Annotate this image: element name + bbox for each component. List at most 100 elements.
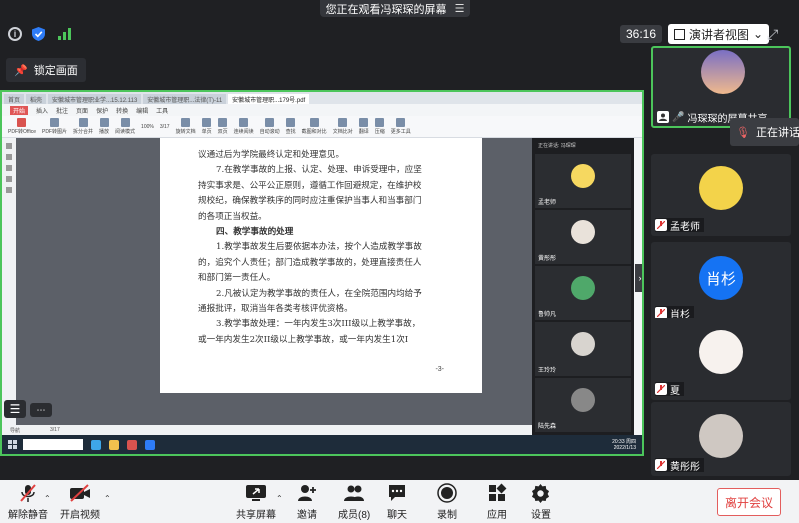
menu-start[interactable]: 开始 xyxy=(10,105,29,115)
chevron-up-icon[interactable]: ⌃ xyxy=(44,494,51,503)
screen-share-banner: 您正在观看冯琛琛的屏幕 ☰ xyxy=(320,0,470,17)
chat-button[interactable]: 聊天 xyxy=(386,482,408,521)
tab-doc-3[interactable]: 安徽城市管理职...179号.pdf xyxy=(228,94,310,104)
inner-participant-tile: 孟老师 xyxy=(535,154,631,208)
participant-tile[interactable]: 🎤 冯琛琛的屏幕共享 xyxy=(651,46,791,128)
participant-tile[interactable]: 孟老师 xyxy=(651,154,791,236)
chevron-up-icon[interactable]: ⌃ xyxy=(104,494,111,503)
speaking-indicator: 🎙 正在讲话 xyxy=(730,118,799,146)
meeting-timer: 36:16 xyxy=(620,25,663,43)
ribbon-page-counter[interactable]: 3/17 xyxy=(160,124,170,130)
windows-logo-icon[interactable] xyxy=(8,440,17,449)
ribbon-play[interactable]: 播放 xyxy=(99,118,109,135)
ribbon-rotate[interactable]: 旋转文档 xyxy=(176,118,196,135)
browser-tabs: 首页 稻壳 安徽城市管理职业学...15.12.113 安徽城市管理职...法律… xyxy=(2,92,642,104)
page-line: 7.在教学事故的上报、认定、处理、申诉受理中，应坚 xyxy=(216,165,422,176)
record-button[interactable]: 录制 xyxy=(436,482,458,521)
meeting-window: 您正在观看冯琛琛的屏幕 ☰ i 36:16 演讲者视图 ⌄ ⤢ 📌 锁定画面 首… xyxy=(0,0,799,523)
lock-screen-button[interactable]: 📌 锁定画面 xyxy=(6,58,86,82)
more-icon[interactable]: ⋯ xyxy=(30,403,52,417)
ribbon-zoom[interactable]: 100% xyxy=(141,124,154,130)
menu-edit[interactable]: 编辑 xyxy=(136,106,148,115)
leave-meeting-button[interactable]: 离开会议 xyxy=(717,488,781,516)
chevron-up-icon[interactable]: ⌃ xyxy=(276,494,283,503)
view-mode-button[interactable]: 演讲者视图 ⌄ xyxy=(668,24,770,44)
document-area: 议通过后为学院最终认定和处理意见。 7.在教学事故的上报、认定、处理、申诉受理中… xyxy=(2,138,532,425)
participant-name: 黄彤彤 xyxy=(670,461,700,473)
banner-text: 您正在观看冯琛琛的屏幕 xyxy=(325,3,447,16)
list-icon[interactable]: ☰ xyxy=(4,400,26,418)
ribbon-translate[interactable]: 翻译 xyxy=(359,118,369,135)
unmute-button[interactable]: 解除静音 xyxy=(8,482,48,521)
tab-home[interactable]: 首页 xyxy=(4,94,25,104)
participant-tile[interactable]: 黄彤彤 xyxy=(651,402,791,476)
ribbon-screenshot[interactable]: 截图和对比 xyxy=(302,118,327,135)
menu-page[interactable]: 页面 xyxy=(76,106,88,115)
comment-icon[interactable] xyxy=(6,165,12,171)
ribbon-compress[interactable]: 压缩 xyxy=(375,118,385,135)
meeting-app-icon[interactable] xyxy=(145,439,155,450)
mic-muted-icon xyxy=(655,383,667,395)
ribbon-pdf-to-office[interactable]: PDF转Office xyxy=(8,118,36,135)
ribbon-more-tools[interactable]: 更多工具 xyxy=(391,118,411,135)
members-button[interactable]: 成员(8) xyxy=(338,482,370,521)
ribbon-single-page[interactable]: 单页 xyxy=(202,118,212,135)
share-screen-button[interactable]: 共享屏幕 xyxy=(236,482,276,521)
ribbon-auto-scroll[interactable]: 自动滚动 xyxy=(260,118,280,135)
share-status-icon: 🎤 xyxy=(672,111,685,123)
edge-icon[interactable] xyxy=(91,439,101,450)
participant-panel: 🎤 冯琛琛的屏幕共享 孟老师 肖杉 肖杉 夏 黄彤彤 xyxy=(651,46,799,476)
folder-icon[interactable] xyxy=(109,439,119,450)
taskbar-search[interactable] xyxy=(23,439,83,450)
pin-icon: 📌 xyxy=(14,64,28,77)
tab-docer[interactable]: 稻壳 xyxy=(26,94,47,104)
apps-label: 应用 xyxy=(487,510,507,521)
settings-button[interactable]: 设置 xyxy=(530,482,552,521)
status-nav[interactable]: 导航 xyxy=(10,427,20,434)
menu-annotate[interactable]: 批注 xyxy=(56,106,68,115)
info-icon[interactable]: i xyxy=(8,27,22,41)
ribbon-double-page[interactable]: 双页 xyxy=(218,118,228,135)
apps-button[interactable]: 应用 xyxy=(486,482,508,521)
chevron-down-icon: ⌄ xyxy=(753,27,764,41)
wps-icon[interactable] xyxy=(127,439,137,450)
tab-doc-2[interactable]: 安徽城市管理职...法律(T)-11 xyxy=(143,94,227,104)
left-tool-rail xyxy=(2,138,16,425)
chevron-right-icon[interactable]: › xyxy=(635,264,642,292)
section-heading: 四、教学事故的处理 xyxy=(216,227,294,238)
signal-icon[interactable] xyxy=(54,24,74,44)
gear-icon xyxy=(530,482,552,504)
participant-tile[interactable]: 夏 xyxy=(651,318,791,400)
bookmark-icon[interactable] xyxy=(6,143,12,149)
ribbon-find[interactable]: 查找 xyxy=(286,118,296,135)
shield-icon[interactable] xyxy=(28,24,48,44)
record-label: 录制 xyxy=(437,510,457,521)
members-label: 成员(8) xyxy=(338,510,371,521)
ribbon-pdf-to-image[interactable]: PDF转图片 xyxy=(42,118,67,135)
start-video-button[interactable]: 开启视频 xyxy=(60,482,100,521)
menu-convert[interactable]: 转换 xyxy=(116,106,128,115)
tab-doc-1[interactable]: 安徽城市管理职业学...15.12.113 xyxy=(48,94,142,104)
inner-participant-tile: 黄彤彤 xyxy=(535,210,631,264)
participant-tile[interactable]: 肖杉 肖杉 xyxy=(651,242,791,324)
invite-button[interactable]: 邀请 xyxy=(296,482,318,521)
menu-tools[interactable]: 工具 xyxy=(156,106,168,115)
ribbon-split-merge[interactable]: 拆分合并 xyxy=(73,118,93,135)
start-video-label: 开启视频 xyxy=(60,510,100,521)
signature-icon[interactable] xyxy=(6,187,12,193)
ribbon-continuous[interactable]: 连续阅读 xyxy=(234,118,254,135)
apps-icon xyxy=(486,482,508,504)
ribbon-compare[interactable]: 文档比对 xyxy=(333,118,353,135)
share-screen-label: 共享屏幕 xyxy=(236,510,276,521)
attachment-icon[interactable] xyxy=(6,176,12,182)
menu-icon[interactable]: ☰ xyxy=(455,2,465,15)
avatar xyxy=(699,166,743,210)
page-line: 或一年内发生2次II级以上教学事故，或一年内发生1次I xyxy=(198,334,409,345)
fullscreen-icon[interactable]: ⤢ xyxy=(767,26,778,43)
menu-protect[interactable]: 保护 xyxy=(96,106,108,115)
thumbnail-icon[interactable] xyxy=(6,154,12,160)
mic-muted-icon: 🎙 xyxy=(736,126,750,139)
participant-name-bar: 黄彤彤 xyxy=(655,458,704,473)
menu-insert[interactable]: 插入 xyxy=(36,106,48,115)
ribbon-read-mode[interactable]: 阅读模式 xyxy=(115,118,135,135)
